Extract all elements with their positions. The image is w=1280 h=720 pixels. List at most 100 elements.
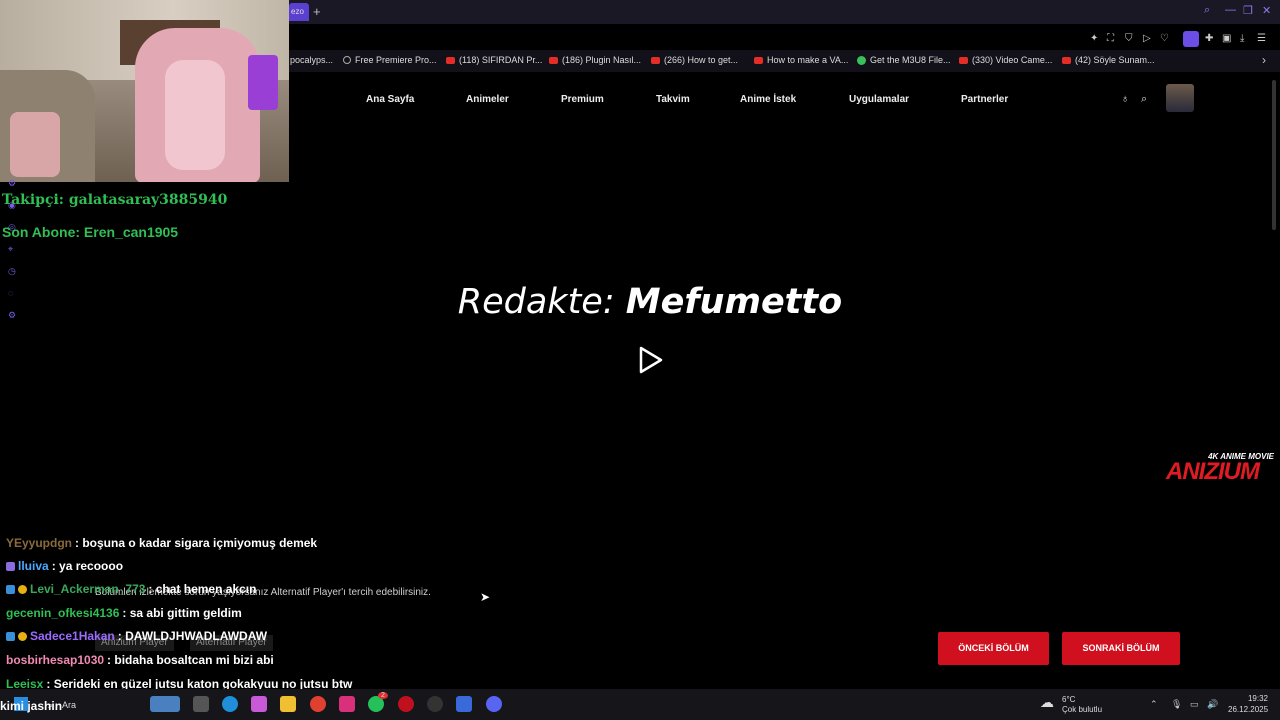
purple-badge-icon bbox=[6, 561, 15, 571]
anime-cup bbox=[10, 112, 60, 177]
gold-badge-icon bbox=[18, 584, 27, 594]
search-tabs-icon[interactable]: ⌕ bbox=[1204, 4, 1210, 17]
webcam-overlay bbox=[0, 0, 289, 182]
clock-date[interactable]: 26.12.2025 bbox=[1228, 705, 1268, 714]
app-icon[interactable] bbox=[456, 696, 472, 712]
file-explorer-icon[interactable] bbox=[280, 696, 296, 712]
chat-username: YEyyupdgn bbox=[6, 536, 73, 550]
rgb-light bbox=[248, 55, 278, 110]
bookmark-item[interactable]: pocalyps... bbox=[290, 55, 333, 65]
weather-desc[interactable]: Çok bulutlu bbox=[1062, 705, 1102, 714]
nav-animes[interactable]: Animeler bbox=[466, 94, 509, 105]
bookmark-item[interactable]: Free Premiere Pro... bbox=[343, 55, 437, 65]
avatar[interactable] bbox=[1166, 84, 1194, 112]
microphone-icon[interactable]: 🎙 bbox=[1171, 699, 1182, 710]
chrome-icon[interactable] bbox=[310, 696, 326, 712]
next-episode-button[interactable]: SONRAKİ BÖLÜM bbox=[1062, 632, 1180, 665]
player-title-name: Mefumetto bbox=[625, 282, 843, 322]
nav-premium[interactable]: Premium bbox=[561, 94, 604, 105]
bookmark-item[interactable]: How to make a VA... bbox=[754, 55, 848, 65]
search-icon[interactable]: ⌕ bbox=[1141, 93, 1147, 106]
tray-overflow-icon[interactable]: ⌃ bbox=[1150, 699, 1158, 710]
bookmark-item[interactable]: (42) Söyle Sunam... bbox=[1062, 55, 1155, 65]
nav-partners[interactable]: Partnerler bbox=[961, 94, 1008, 105]
globe-icon bbox=[343, 56, 351, 64]
display-icon[interactable]: ▭ bbox=[1190, 699, 1199, 710]
scrollbar[interactable] bbox=[1272, 80, 1276, 230]
blue-badge-icon bbox=[6, 631, 15, 641]
chat-text: : ya recoooo bbox=[51, 559, 124, 573]
new-tab-button[interactable]: + bbox=[313, 4, 321, 19]
youtube-icon bbox=[446, 56, 455, 64]
player-title-prefix: Redakte: bbox=[457, 282, 615, 322]
latest-subscriber: Son Abone: Eren_can1905 bbox=[2, 224, 179, 240]
logo-title: ANIZIUM bbox=[1166, 458, 1260, 485]
taskbar-landscape-icon[interactable] bbox=[150, 696, 180, 712]
clock-time[interactable]: 19:32 bbox=[1236, 694, 1268, 703]
taskbar-search-label[interactable]: Ara bbox=[62, 700, 76, 710]
task-view-icon[interactable] bbox=[193, 696, 209, 712]
extension-active-icon[interactable] bbox=[1183, 31, 1199, 47]
player-title: Redakte: Mefumetto bbox=[0, 282, 1280, 322]
nav-anime-request[interactable]: Anime İstek bbox=[740, 94, 796, 105]
bookmark-item[interactable]: (118) SIFIRDAN Pr... bbox=[446, 55, 542, 65]
puzzle-icon[interactable]: ✚ bbox=[1205, 33, 1213, 44]
youtube-icon bbox=[549, 56, 558, 64]
play-icon[interactable] bbox=[638, 345, 664, 375]
copilot-icon[interactable] bbox=[251, 696, 267, 712]
weather-temp[interactable]: 6°C bbox=[1062, 695, 1075, 704]
chat-text: : DAWLDJHWADLAWDAW bbox=[117, 629, 268, 643]
pin-icon[interactable]: ⌖ bbox=[8, 244, 20, 266]
opera-icon[interactable] bbox=[398, 696, 414, 712]
screenshot-icon[interactable]: ⛶ bbox=[1107, 33, 1114, 44]
chat-username: bosbirhesap1030 bbox=[6, 653, 105, 667]
clock-icon[interactable]: ◷ bbox=[8, 266, 20, 288]
minimize-icon[interactable]: — bbox=[1225, 4, 1236, 16]
gear-icon[interactable]: ⚙ bbox=[8, 310, 20, 332]
heart-icon[interactable]: ♡ bbox=[1160, 33, 1169, 44]
edge-icon[interactable] bbox=[222, 696, 238, 712]
chat-message: bosbirhesap1030: bidaha bosaltcan mi biz… bbox=[6, 653, 274, 667]
lightbulb-icon[interactable]: ♁ bbox=[1121, 93, 1129, 105]
anizium-logo: 4K ANIME MOVIE ANIZIUM bbox=[1166, 446, 1278, 486]
bookmark-item[interactable]: (330) Video Came... bbox=[959, 55, 1052, 65]
bookmarks-overflow-icon[interactable]: › bbox=[1262, 53, 1266, 67]
chat-icon[interactable]: ◌ bbox=[8, 288, 20, 310]
shield-icon[interactable]: ⛉ bbox=[1125, 33, 1133, 44]
nav-apps[interactable]: Uygulamalar bbox=[849, 94, 909, 105]
pin-icon[interactable]: ✦ bbox=[1090, 33, 1098, 44]
notification-badge: 2 bbox=[378, 692, 388, 699]
menu-icon[interactable]: ☰ bbox=[1257, 33, 1266, 44]
instagram-icon[interactable] bbox=[339, 696, 355, 712]
bookmark-item[interactable]: (266) How to get... bbox=[651, 55, 738, 65]
wallet-icon[interactable]: ▣ bbox=[1222, 33, 1231, 44]
green-dot-icon bbox=[857, 55, 866, 65]
chat-message: lluiva: ya recoooo bbox=[6, 559, 123, 573]
restore-icon[interactable]: ❐ bbox=[1243, 4, 1253, 17]
chat-message: Levi_Ackerman_773: chat hemen akcın bbox=[6, 582, 256, 596]
chat-message: Sadece1Hakan: DAWLDJHWADLAWDAW bbox=[6, 629, 267, 643]
discord-icon[interactable] bbox=[486, 696, 502, 712]
weather-icon[interactable]: ☁ bbox=[1040, 694, 1054, 711]
chat-username: lluiva bbox=[18, 559, 49, 573]
download-icon[interactable]: ⤓ bbox=[1240, 33, 1244, 44]
close-icon[interactable]: ✕ bbox=[1262, 4, 1271, 17]
chat-text: : boşuna o kadar sigara içmiyomuş demek bbox=[75, 536, 318, 550]
nav-calendar[interactable]: Takvim bbox=[656, 94, 690, 105]
previous-episode-button[interactable]: ÖNCEKİ BÖLÜM bbox=[938, 632, 1049, 665]
chat-username: Sadece1Hakan bbox=[30, 629, 115, 643]
bookmark-item[interactable]: Get the M3U8 File... bbox=[857, 55, 951, 65]
chat-username: Levi_Ackerman_773 bbox=[30, 582, 146, 596]
latest-follower: Takipçi: galatasaray3885940 bbox=[2, 192, 228, 208]
play-icon[interactable]: ▷ bbox=[1143, 33, 1151, 44]
site-nav: Ana Sayfa Animeler Premium Takvim Anime … bbox=[290, 72, 1280, 124]
youtube-icon bbox=[959, 56, 968, 64]
bookmark-item[interactable]: (186) Plugin Nasıl... bbox=[549, 55, 641, 65]
active-tab[interactable]: ezo bbox=[289, 3, 309, 21]
nav-home[interactable]: Ana Sayfa bbox=[366, 94, 414, 105]
chat-message: YEyyupdgn: boşuna o kadar sigara içmiyom… bbox=[6, 536, 317, 550]
obs-icon[interactable] bbox=[427, 696, 443, 712]
volume-icon[interactable]: 🔊 bbox=[1207, 699, 1218, 710]
screen: ezo + ⌕ — ❐ ✕ ✦ ⛶ ⛉ ▷ ♡ ✚ ▣ ⤓ ☰ pocalyps… bbox=[0, 0, 1280, 720]
chat-text: : chat hemen akcın bbox=[148, 582, 257, 596]
